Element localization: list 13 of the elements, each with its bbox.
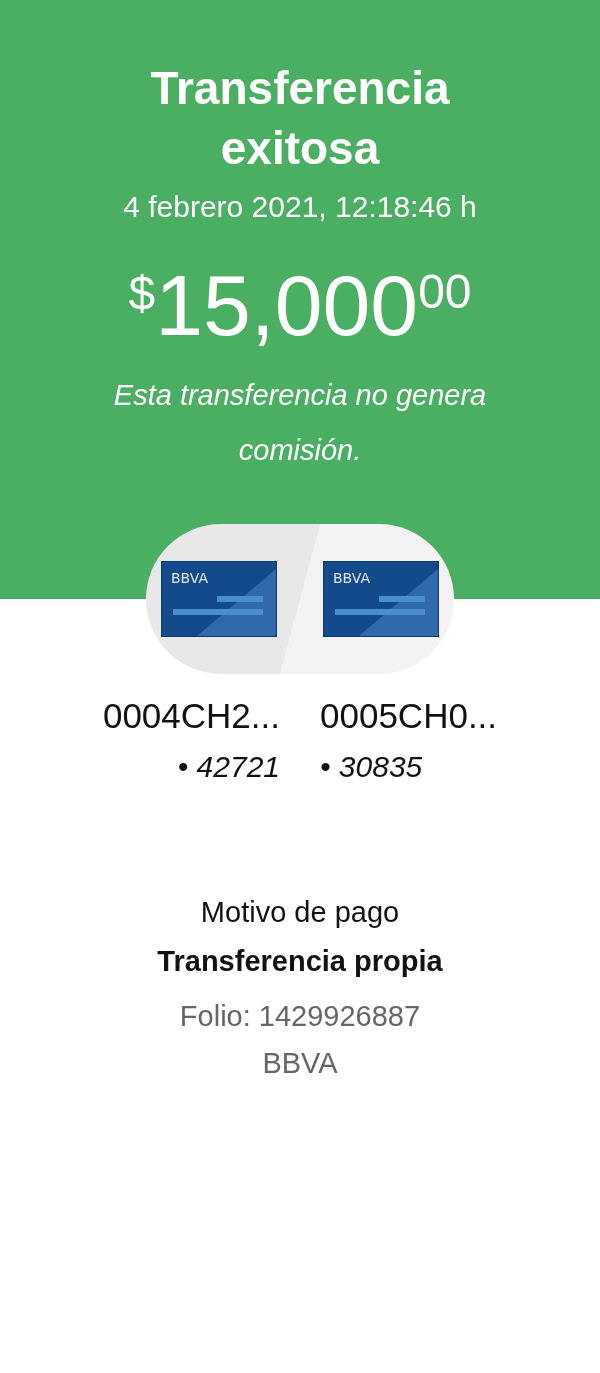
transfer-date: 4 febrero 2021, 12:18:46 h [123,190,477,224]
folio-number: Folio: 1429926887 [179,1000,421,1033]
payment-reason: Transferencia propia [157,945,443,978]
payment-reason-label: Motivo de pago [200,896,400,929]
account-name: 0005CH0... [320,696,498,736]
success-title: Transferencia exitosa [149,61,451,176]
account-name: 0004CH2... [102,696,280,736]
bank-card-drawing: BBVA [161,561,277,637]
account-number: • 42721 [177,750,280,784]
bank-card-drawing: BBVA [323,561,439,637]
commission-note: Esta transferencia no genera comisión. [112,378,488,468]
bank-name: BBVA [262,1047,338,1080]
account-number: • 30835 [320,750,423,784]
